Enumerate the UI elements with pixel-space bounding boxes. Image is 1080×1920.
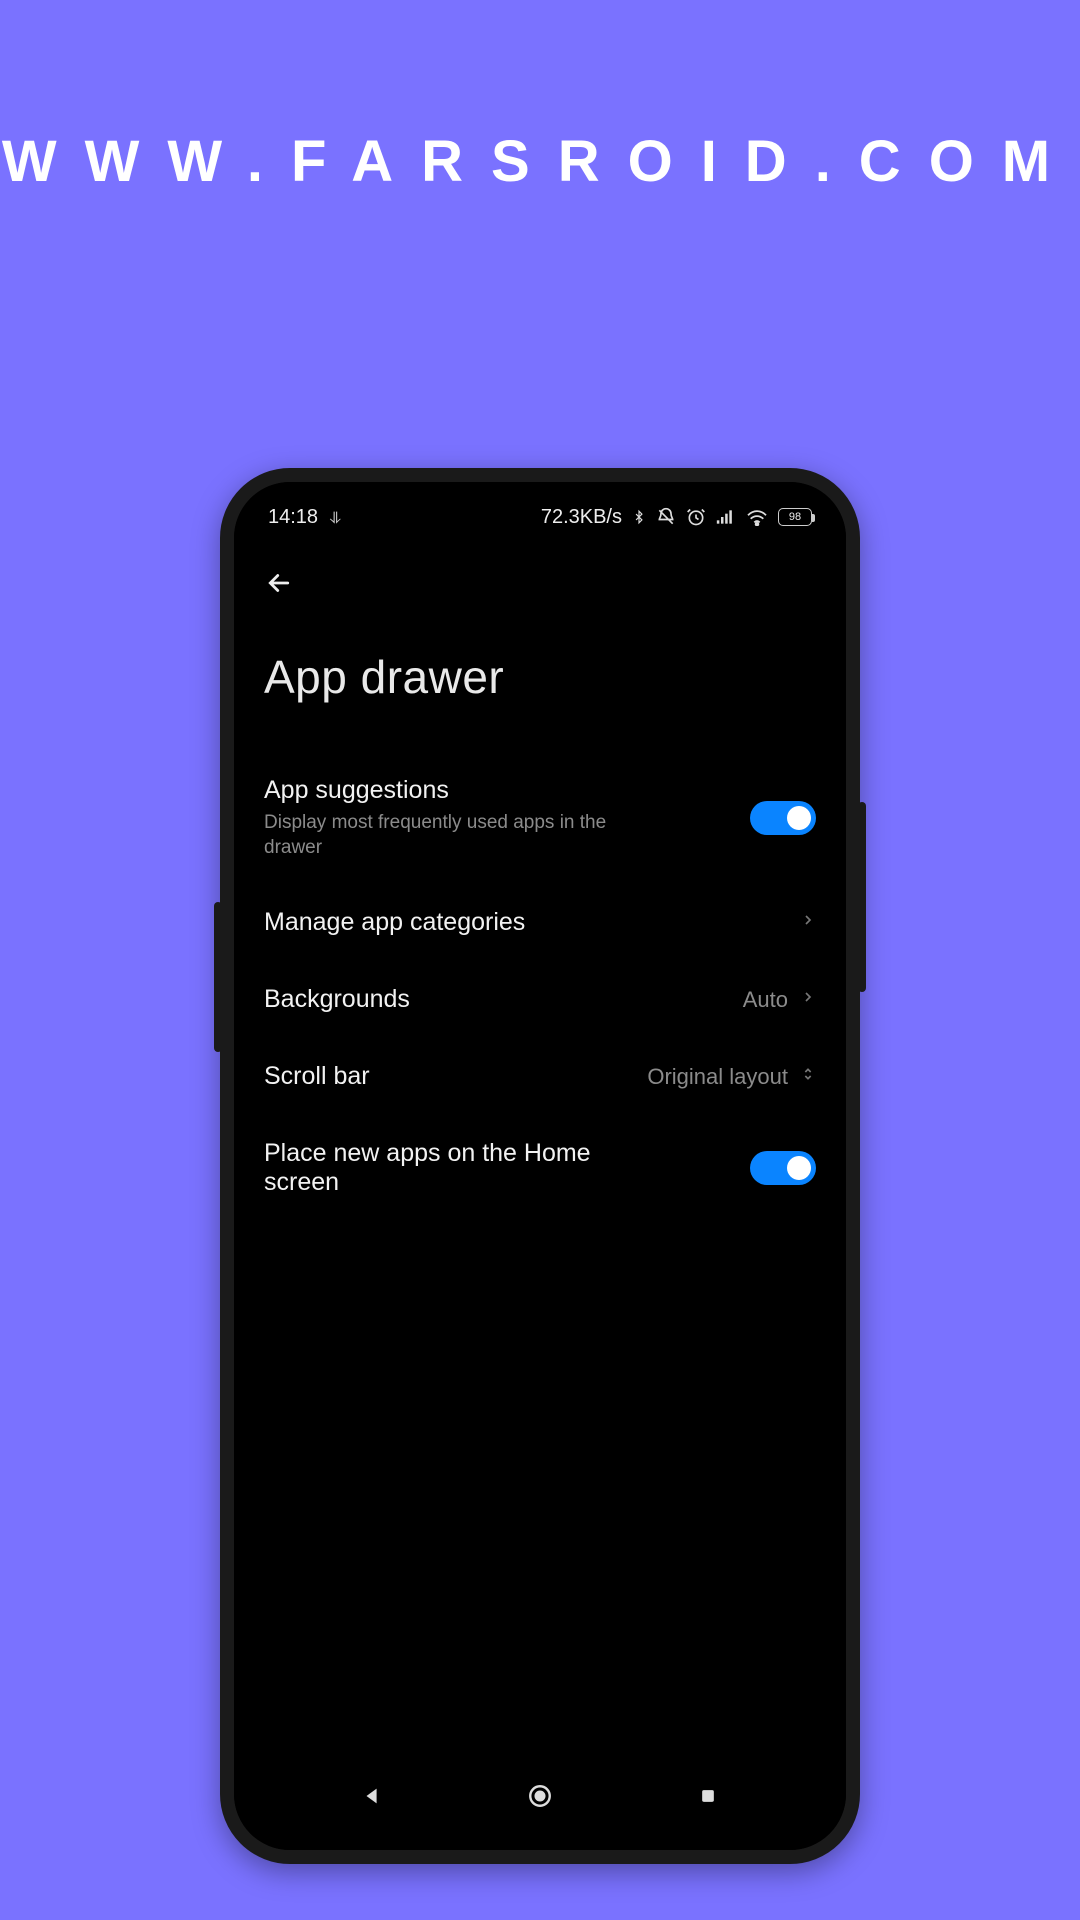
volume-button: [214, 902, 222, 1052]
updown-icon: [800, 1064, 816, 1089]
setting-backgrounds[interactable]: Backgrounds Auto: [264, 961, 816, 1038]
setting-value: Auto: [743, 987, 788, 1013]
nav-home-button[interactable]: [510, 1776, 570, 1816]
phone-frame: 14:18 ⥥ 72.3KB/s: [220, 468, 860, 1864]
toggle-place-new-apps[interactable]: [750, 1151, 816, 1185]
status-netspeed: 72.3KB/s: [541, 506, 622, 529]
power-button: [858, 802, 866, 992]
nav-bar: [234, 1768, 846, 1824]
status-time: 14:18: [268, 506, 318, 528]
battery-icon: 98: [778, 508, 812, 526]
setting-title: App suggestions: [264, 776, 728, 805]
setting-manage-categories[interactable]: Manage app categories: [264, 884, 816, 961]
status-left: 14:18 ⥥: [268, 506, 341, 529]
chevron-right-icon: [800, 989, 816, 1010]
setting-place-new-apps[interactable]: Place new apps on the Home screen: [264, 1115, 816, 1221]
setting-title: Manage app categories: [264, 908, 778, 937]
alarm-icon: [686, 507, 706, 527]
status-bar: 14:18 ⥥ 72.3KB/s: [264, 488, 816, 546]
setting-value: Original layout: [647, 1064, 788, 1090]
setting-title: Scroll bar: [264, 1062, 625, 1091]
back-button[interactable]: [264, 568, 294, 603]
nav-back-button[interactable]: [342, 1776, 402, 1816]
bluetooth-icon: [632, 507, 646, 527]
wifi-icon: [746, 508, 768, 526]
setting-title: Backgrounds: [264, 985, 721, 1014]
setting-app-suggestions[interactable]: App suggestions Display most fre­quently…: [264, 752, 816, 884]
setting-scrollbar[interactable]: Scroll bar Original layout: [264, 1038, 816, 1115]
download-icon: ⥥: [330, 510, 342, 527]
setting-title: Place new apps on the Home screen: [264, 1139, 644, 1197]
phone-screen: 14:18 ⥥ 72.3KB/s: [234, 482, 846, 1850]
mute-icon: [656, 507, 676, 527]
toggle-app-suggestions[interactable]: [750, 801, 816, 835]
watermark-text: WWW.FARSROID.COM: [0, 128, 1080, 195]
setting-subtitle: Display most fre­quently used apps in th…: [264, 811, 654, 860]
nav-recents-button[interactable]: [678, 1776, 738, 1816]
chevron-right-icon: [800, 912, 816, 933]
signal-icon: [716, 508, 736, 526]
page-title: App drawer: [264, 650, 816, 704]
status-right: 72.3KB/s 98: [541, 506, 812, 529]
battery-level: 98: [789, 511, 801, 523]
